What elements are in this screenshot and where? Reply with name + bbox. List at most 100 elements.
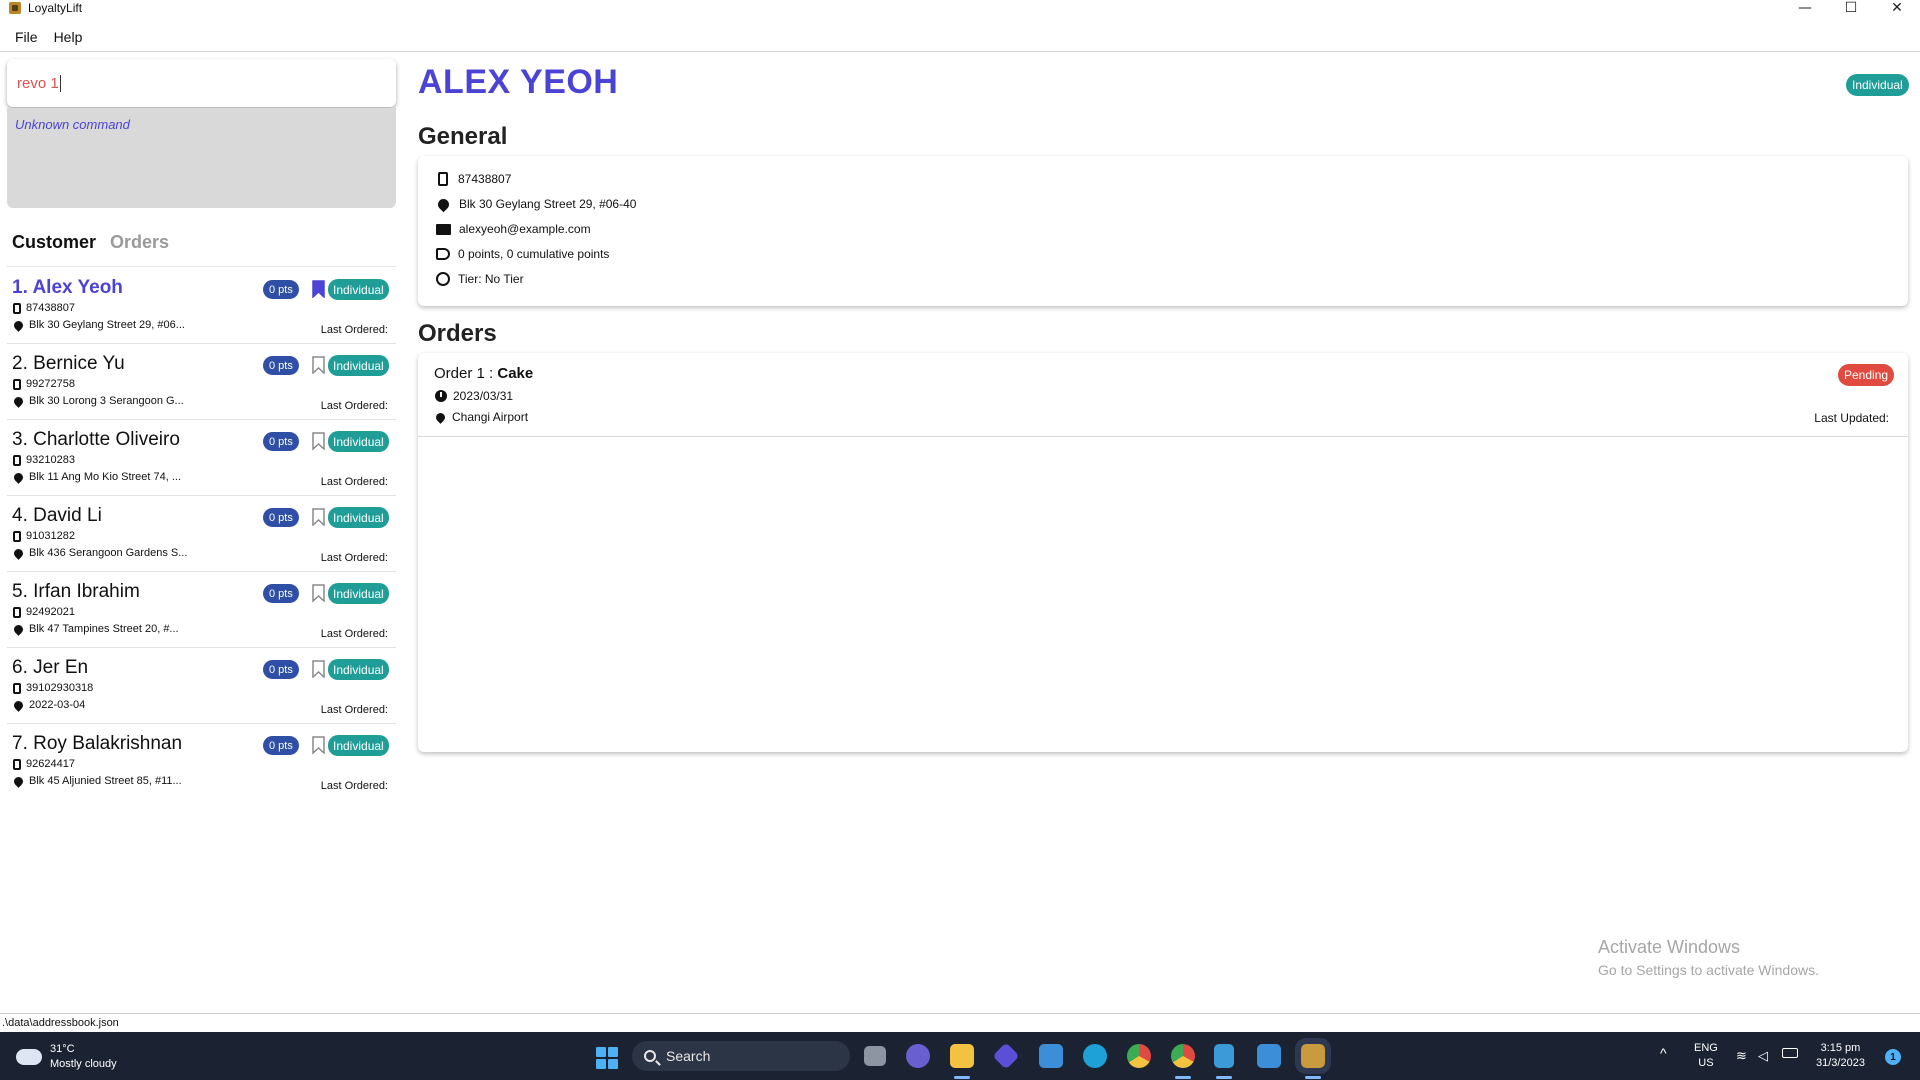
file-explorer-icon[interactable] bbox=[950, 1044, 974, 1068]
tab-orders[interactable]: Orders bbox=[110, 232, 169, 253]
clock-date: 31/3/2023 bbox=[1816, 1057, 1865, 1069]
command-input-text: revo 1 bbox=[17, 74, 59, 92]
chat-icon[interactable] bbox=[906, 1044, 930, 1068]
customer-type-badge: Individual bbox=[328, 659, 389, 680]
phone-icon bbox=[438, 172, 448, 186]
photos-app-icon[interactable] bbox=[1039, 1044, 1063, 1068]
bookmark-outline-icon[interactable] bbox=[312, 508, 325, 526]
command-result-text: Unknown command bbox=[15, 117, 130, 132]
points-badge: 0 pts bbox=[263, 736, 299, 755]
points-badge: 0 pts bbox=[263, 356, 299, 375]
location-pin-icon bbox=[12, 394, 25, 408]
active-indicator bbox=[1305, 1076, 1321, 1079]
phone-icon bbox=[13, 530, 21, 542]
detail-email: alexyeoh@example.com bbox=[436, 222, 591, 236]
text-caret bbox=[59, 74, 61, 92]
command-input[interactable]: revo 1 bbox=[7, 59, 396, 107]
weather-desc: Mostly cloudy bbox=[50, 1058, 117, 1070]
last-ordered-label: Last Ordered: bbox=[320, 476, 388, 488]
battery-icon[interactable] bbox=[1782, 1048, 1798, 1058]
customer-address: Blk 30 Lorong 3 Serangoon G... bbox=[12, 394, 184, 408]
customer-type-badge: Individual bbox=[328, 431, 389, 452]
partly-cloudy-icon bbox=[12, 1043, 42, 1065]
customer-phone: 93210283 bbox=[13, 454, 75, 466]
phone-icon bbox=[13, 682, 21, 694]
loyaltylift-app-icon[interactable] bbox=[1295, 1038, 1331, 1074]
chrome-profile-icon[interactable] bbox=[1171, 1044, 1195, 1068]
volume-icon[interactable]: ◁ bbox=[1758, 1048, 1768, 1063]
start-button[interactable] bbox=[596, 1047, 618, 1069]
detail-tier: Tier: No Tier bbox=[436, 272, 524, 286]
command-result-box: Unknown command bbox=[7, 108, 396, 208]
taskbar-search[interactable]: Search bbox=[632, 1041, 850, 1071]
customer-card[interactable]: 3. Charlotte Oliveiro 93210283 Blk 11 An… bbox=[7, 420, 396, 496]
clock-time: 3:15 pm bbox=[1820, 1042, 1861, 1054]
clock-icon bbox=[435, 390, 447, 402]
active-indicator bbox=[954, 1076, 970, 1079]
close-button[interactable]: ✕ bbox=[1874, 0, 1920, 16]
edge-browser-icon[interactable] bbox=[1083, 1044, 1107, 1068]
bookmark-outline-icon[interactable] bbox=[312, 584, 325, 602]
order-date: 2023/03/31 bbox=[435, 389, 513, 403]
customer-card[interactable]: 4. David Li 91031282 Blk 436 Serangoon G… bbox=[7, 496, 396, 572]
weather-temp: 31°C bbox=[50, 1043, 75, 1055]
active-indicator bbox=[1216, 1076, 1232, 1079]
location-pin-icon bbox=[12, 774, 25, 788]
menu-file[interactable]: File bbox=[15, 27, 38, 47]
paint-app-icon[interactable] bbox=[1257, 1044, 1281, 1068]
task-view-icon[interactable] bbox=[864, 1046, 886, 1066]
location-pin-icon bbox=[12, 470, 25, 484]
copilot-app-icon[interactable] bbox=[992, 1042, 1020, 1070]
customer-phone: 87438807 bbox=[13, 302, 75, 314]
list-tabs: Customer Orders bbox=[12, 232, 169, 253]
bookmark-outline-icon[interactable] bbox=[312, 660, 325, 678]
menu-divider bbox=[0, 51, 1920, 52]
notification-badge[interactable]: 1 bbox=[1885, 1049, 1901, 1065]
customer-card[interactable]: 5. Irfan Ibrahim 92492021 Blk 47 Tampine… bbox=[7, 572, 396, 648]
customer-card[interactable]: 1. Alex Yeoh 87438807 Blk 30 Geylang Str… bbox=[7, 268, 396, 344]
data-file-path: .\data\addressbook.json bbox=[2, 1016, 119, 1029]
chrome-browser-icon[interactable] bbox=[1127, 1044, 1151, 1068]
language-indicator[interactable]: ENG US bbox=[1694, 1041, 1718, 1071]
bookmark-filled-icon[interactable] bbox=[312, 280, 325, 298]
location-pin-icon bbox=[12, 546, 25, 560]
active-indicator bbox=[1175, 1076, 1191, 1079]
activate-windows-watermark: Activate Windows Go to Settings to activ… bbox=[1598, 937, 1819, 978]
customer-card[interactable]: 2. Bernice Yu 99272758 Blk 30 Lorong 3 S… bbox=[7, 344, 396, 420]
last-ordered-label: Last Ordered: bbox=[320, 780, 388, 792]
wifi-icon[interactable]: ≋ bbox=[1736, 1048, 1747, 1063]
taskbar-search-label: Search bbox=[666, 1048, 711, 1064]
menu-help[interactable]: Help bbox=[54, 27, 83, 47]
title-bar: LoyaltyLift bbox=[0, 0, 1920, 16]
tab-customer[interactable]: Customer bbox=[12, 232, 96, 253]
detail-address: Blk 30 Geylang Street 29, #06-40 bbox=[435, 196, 636, 212]
order-item[interactable]: Order 1 : Cake 2023/03/31 Changi Airport… bbox=[418, 353, 1908, 437]
customer-phone: 91031282 bbox=[13, 530, 75, 542]
orders-card: Order 1 : Cake 2023/03/31 Changi Airport… bbox=[418, 353, 1908, 752]
maximize-button[interactable]: ☐ bbox=[1828, 0, 1874, 16]
taskbar: 31°C Mostly cloudy Search ^ ENG US ≋ ◁ 3… bbox=[0, 1032, 1920, 1080]
location-pin-icon bbox=[12, 318, 25, 332]
customer-type-badge: Individual bbox=[328, 583, 389, 604]
tag-icon bbox=[436, 248, 450, 260]
customer-type-badge: Individual bbox=[328, 355, 389, 376]
bookmark-outline-icon[interactable] bbox=[312, 356, 325, 374]
minimize-button[interactable]: — bbox=[1782, 0, 1828, 16]
location-pin-icon bbox=[12, 698, 25, 712]
chevron-up-icon[interactable]: ^ bbox=[1660, 1046, 1667, 1061]
last-ordered-label: Last Ordered: bbox=[320, 628, 388, 640]
customer-address: Blk 11 Ang Mo Kio Street 74, ... bbox=[12, 470, 181, 484]
activate-windows-title: Activate Windows bbox=[1598, 937, 1741, 957]
customer-address: Blk 45 Aljunied Street 85, #11... bbox=[12, 774, 182, 788]
last-updated-label: Last Updated: bbox=[1814, 411, 1889, 425]
bookmark-outline-icon[interactable] bbox=[312, 736, 325, 754]
customer-card[interactable]: 6. Jer En 39102930318 2022-03-04 0 pts I… bbox=[7, 648, 396, 724]
bookmark-outline-icon[interactable] bbox=[312, 432, 325, 450]
notepad-icon[interactable] bbox=[1214, 1044, 1234, 1068]
location-pin-icon bbox=[435, 196, 452, 212]
weather-widget[interactable]: 31°C Mostly cloudy bbox=[12, 1042, 117, 1072]
activate-windows-subtitle: Go to Settings to activate Windows. bbox=[1598, 962, 1819, 978]
clock[interactable]: 3:15 pm 31/3/2023 bbox=[1816, 1041, 1865, 1071]
points-badge: 0 pts bbox=[263, 432, 299, 451]
customer-card[interactable]: 7. Roy Balakrishnan 92624417 Blk 45 Alju… bbox=[7, 724, 396, 800]
